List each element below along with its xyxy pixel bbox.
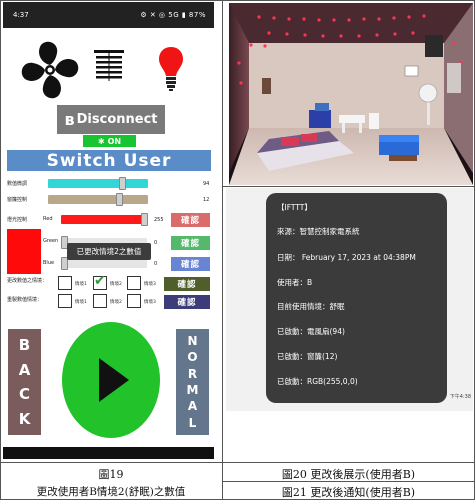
notification-rgb: 已啟動：RGB(255,0,0) [277,377,358,386]
caption-fig20: 圖20 更改後展示(使用者B) [281,468,416,481]
slider-curtain-label: 窗簾控制 [7,197,28,203]
bluetooth-small-icon: ✱ [97,136,105,146]
back-letter-a: A [18,360,31,379]
restore-scene-checkbox-2[interactable] [93,294,107,308]
slider-curtain-track[interactable] [48,195,148,204]
play-button[interactable] [61,321,161,439]
normal-letter-l: L [188,415,197,430]
notification-source: 來源：智慧控制家電系統 [277,227,360,236]
toast-message: 已更改情境2之數值 [67,243,151,260]
caption-fig19: 圖19 [98,468,124,481]
normal-button[interactable]: N O R M A L [176,329,209,435]
restore-scene-label: 重製數值情境： [7,297,43,303]
change-scene-checkbox-3[interactable] [127,276,141,290]
switch-user-button[interactable]: Switch User [7,150,211,171]
checkmark-icon: ✔ [94,273,106,289]
back-letter-c: C [18,385,30,404]
slider-fan-thumb[interactable] [119,177,126,190]
notification-timestamp: 下午4:38 [449,394,471,400]
rgb-red-thumb[interactable] [141,213,148,226]
restore-scene-option-1: 情境1 [75,300,87,305]
slider-fan-label: 數值微調 [7,181,28,187]
rgb-red-label: Red [43,216,53,222]
change-scene-label: 更改數值之情境： [7,278,48,284]
connection-status-badge: ✱ ON [83,135,136,147]
caption-fig21: 圖21 更改後通知(使用者B) [281,486,416,499]
phone-nav-bar [3,447,214,459]
confirm-red-button[interactable]: 確認 [171,213,210,227]
rgb-red-track[interactable] [61,215,147,224]
normal-letter-o: O [187,350,198,365]
fan-icon[interactable] [19,39,81,101]
confirm-blue-button[interactable]: 確認 [171,257,210,271]
rgb-section-label: 燈光控制 [7,217,28,223]
change-scene-option-2: 情境2 [110,282,122,287]
back-letter-k: K [18,409,31,428]
slider-curtain-thumb[interactable] [116,193,123,206]
notification-fan: 已啟動：電風扇(94) [277,327,345,336]
notification-scene: 目前使用情境：舒眠 [277,302,345,311]
normal-letter-a: A [187,399,198,414]
change-scene-option-3: 情境3 [144,282,156,287]
rgb-red-value: 255 [154,217,164,223]
normal-letter-m: M [186,383,199,398]
table-divider-captions [0,462,475,463]
status-indicators: ⚙ ✕ ◎ 5G ▮ 87% [140,11,206,19]
slider-fan-value: 94 [203,181,210,187]
back-button[interactable]: B A C K [8,329,41,435]
rgb-blue-value: 0 [154,261,158,267]
status-bar: 4:37 ⚙ ✕ ◎ 5G ▮ 87% [3,2,214,28]
change-scene-option-1: 情境1 [75,282,87,287]
normal-letter-n: N [187,334,198,349]
restore-scene-option-2: 情境2 [110,300,122,305]
blinds-icon[interactable] [93,49,125,83]
confirm-green-button[interactable]: 確認 [171,236,210,250]
table-divider-vertical [222,0,223,500]
restore-scene-checkbox-3[interactable] [127,294,141,308]
rgb-green-value: 0 [154,240,158,246]
phone-screen: 4:37 ⚙ ✕ ◎ 5G ▮ 87% ʙ Disconnect ✱ ON Sw… [3,2,214,460]
notification-curtain: 已啟動：窗簾(12) [277,352,338,361]
normal-letter-r: R [187,366,198,381]
rgb-color-preview [7,229,41,274]
connection-status-label: ON [107,136,122,146]
disconnect-button[interactable]: ʙ Disconnect [57,105,165,134]
room-model-photo [229,3,473,185]
rgb-green-label: Green [43,238,59,244]
status-time: 4:37 [13,11,29,19]
notification-title: 【IFTTT】 [277,203,312,212]
confirm-restore-scene-button[interactable]: 確認 [164,295,210,309]
notification-user: 使用者：B [277,278,313,287]
slider-fan-track[interactable] [48,179,148,188]
disconnect-label: Disconnect [76,112,158,127]
restore-scene-option-3: 情境3 [144,300,156,305]
confirm-change-scene-button[interactable]: 確認 [164,277,210,291]
table-divider-right-middle [222,186,475,187]
change-scene-checkbox-1[interactable] [58,276,72,290]
rgb-blue-label: Blue [43,260,55,266]
back-letter-b: B [18,336,31,355]
rgb-blue-track[interactable] [61,259,147,268]
notification-date: 日期： February 17, 2023 at 04:38PM [277,253,416,262]
restore-scene-checkbox-1[interactable] [58,294,72,308]
bluetooth-icon: ʙ [64,110,75,129]
bulb-icon[interactable] [158,46,184,92]
ifttt-notification-card[interactable]: 【IFTTT】 來源：智慧控制家電系統 日期： February 17, 202… [266,193,447,403]
caption-fig19-description: 更改使用者B情境2(舒眠)之數值 [36,486,186,498]
slider-curtain-value: 12 [203,197,210,203]
